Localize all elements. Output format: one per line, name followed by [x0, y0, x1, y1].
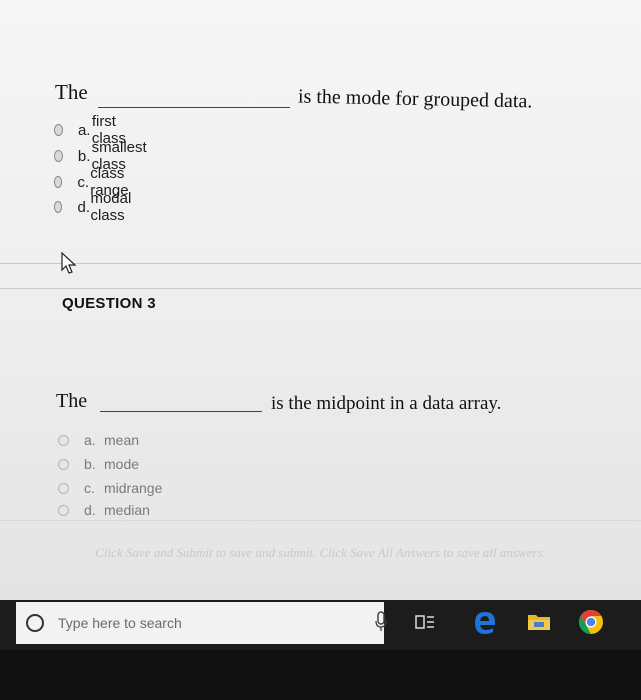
option-a[interactable]: a. mean — [58, 430, 139, 450]
stem-blank — [100, 411, 262, 412]
option-letter: c. — [84, 480, 95, 496]
divider — [0, 263, 641, 264]
stem-lead: The — [55, 80, 88, 104]
radio-button[interactable] — [54, 124, 63, 136]
option-d[interactable]: d. median — [58, 500, 150, 520]
stem-rest: is the mode for grouped data. — [297, 85, 533, 113]
option-letter: a. — [84, 432, 96, 448]
option-letter: b. — [77, 147, 91, 165]
option-a[interactable]: a. first class — [54, 113, 135, 147]
option-text: mean — [104, 432, 140, 448]
edge-icon[interactable] — [468, 606, 502, 638]
option-letter: a. — [77, 121, 91, 139]
option-text: midrange — [104, 480, 163, 496]
question-3-header: QUESTION 3 — [62, 295, 156, 312]
task-view-icon[interactable] — [410, 606, 440, 638]
quiz-page: The is the mode for grouped data. a. fir… — [0, 0, 641, 600]
radio-button[interactable] — [54, 176, 63, 188]
stem-lead: The — [56, 390, 88, 412]
stem-blank — [98, 107, 290, 108]
option-d[interactable]: d. modal class — [54, 190, 142, 224]
radio-button[interactable] — [58, 482, 69, 494]
screen-bezel — [0, 650, 641, 700]
divider — [0, 288, 641, 289]
microphone-icon[interactable] — [374, 611, 388, 633]
option-letter: c. — [77, 173, 90, 191]
option-letter: d. — [84, 502, 96, 518]
radio-button[interactable] — [58, 458, 69, 470]
cortana-icon — [26, 614, 44, 632]
radio-button[interactable] — [54, 150, 63, 162]
mouse-cursor-icon — [61, 252, 77, 274]
option-b[interactable]: b. mode — [58, 454, 139, 474]
submit-instruction: Click Save and Submit to save and submit… — [95, 545, 546, 560]
option-b[interactable]: b. smallest class — [54, 139, 156, 173]
divider — [0, 520, 641, 521]
option-letter: b. — [84, 456, 96, 472]
radio-button[interactable] — [54, 201, 63, 213]
file-explorer-icon[interactable] — [522, 606, 556, 638]
search-placeholder: Type here to search — [58, 615, 182, 631]
stem-rest: is the midpoint in a data array. — [271, 393, 502, 414]
option-c[interactable]: c. class range — [54, 165, 139, 199]
option-text: modal class — [90, 190, 132, 224]
taskbar-search-box[interactable]: Type here to search — [16, 602, 384, 644]
radio-button[interactable] — [58, 434, 69, 446]
chrome-icon[interactable] — [574, 606, 608, 638]
option-text: mode — [104, 456, 140, 472]
option-text: median — [104, 502, 150, 518]
option-c[interactable]: c. midrange — [58, 478, 162, 498]
radio-button[interactable] — [58, 504, 69, 516]
option-letter: d. — [77, 198, 90, 216]
